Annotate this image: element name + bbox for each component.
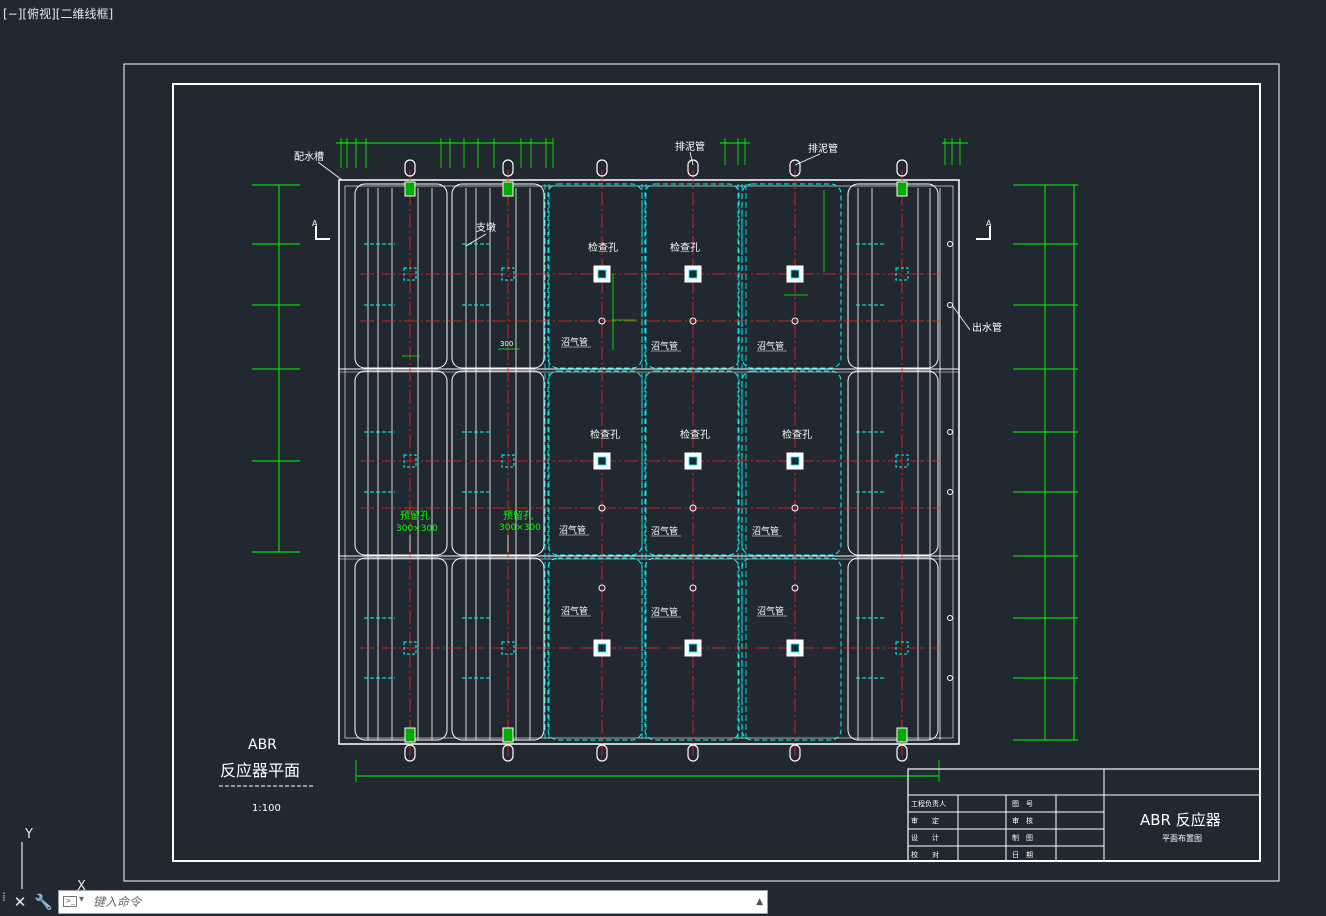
- tb-label: 设 计: [911, 833, 939, 842]
- tb-label: 日 期: [1012, 851, 1033, 859]
- reactor-cell: [847, 183, 939, 369]
- label-gas-pipe: 沼气管: [757, 340, 784, 352]
- pipe-flange: [896, 181, 908, 197]
- tb-subtitle: 平面布置图: [1162, 833, 1202, 843]
- pipe-flange: [502, 181, 514, 197]
- outlet-circle: [947, 675, 953, 681]
- inspection-hole-opening: [597, 643, 607, 653]
- drawing-scale: 1:100: [252, 803, 281, 814]
- outlet-circle: [947, 302, 953, 308]
- leader-lines: [315, 151, 991, 618]
- label-inspection-hole: 检查孔: [588, 241, 618, 254]
- label-mud-pipe-1: 排泥管: [675, 140, 705, 153]
- label-reserved-hole-2-size: 300×300: [499, 523, 541, 533]
- label-section-left: A: [312, 219, 318, 228]
- label-gas-pipe: 沼气管: [757, 605, 784, 617]
- chevron-down-icon[interactable]: ▾: [79, 894, 84, 905]
- reactor-cell: [847, 370, 939, 556]
- close-icon[interactable]: ✕: [12, 892, 28, 912]
- ucs-y-label: Y: [24, 827, 33, 842]
- label-reserved-hole-1: 预留孔: [400, 509, 430, 522]
- label-inspection-hole: 检查孔: [782, 428, 812, 441]
- label-inspection-hole: 检查孔: [680, 428, 710, 441]
- dimension-lines: [252, 138, 1078, 782]
- pipe-flange: [896, 727, 908, 743]
- label-inspection-hole: 检查孔: [590, 428, 620, 441]
- label-gas-pipe: 沼气管: [561, 336, 588, 348]
- tank-inner-outline: [344, 185, 954, 739]
- tb-label: 工程负责人: [911, 799, 946, 808]
- inspection-hole-opening: [790, 643, 800, 653]
- leader-line: [689, 151, 694, 166]
- command-input[interactable]: [93, 892, 753, 912]
- command-prompt-icon[interactable]: >_: [63, 896, 77, 907]
- cell-grid: [354, 183, 939, 741]
- outlet-circle: [947, 489, 953, 495]
- tb-label: 审 核: [1012, 816, 1033, 825]
- label-dim-300-top: 300: [500, 340, 513, 348]
- inspection-hole-opening: [790, 456, 800, 466]
- baffle-lines: [339, 184, 959, 740]
- outlet-circle: [947, 615, 953, 621]
- label-distribution-tank: 配水槽: [294, 150, 324, 163]
- leader-line: [317, 161, 343, 181]
- outlet-circle: [947, 241, 953, 247]
- reactor-cell: [354, 557, 448, 741]
- scroll-up-icon[interactable]: ▲: [756, 897, 763, 907]
- label-gas-pipe: 沼气管: [752, 525, 779, 537]
- tb-label: 校 对: [911, 850, 939, 859]
- outlet-circle: [947, 429, 953, 435]
- inspection-hole-opening: [790, 269, 800, 279]
- inspection-hole-opening: [688, 269, 698, 279]
- label-reserved-hole-1-size: 300×300: [396, 524, 438, 534]
- label-reserved-hole-2: 预留孔: [503, 509, 533, 522]
- drawing-title-sub: 反应器平面: [220, 761, 300, 780]
- tb-label: 制 图: [1012, 833, 1033, 842]
- inspection-hole-opening: [597, 269, 607, 279]
- tb-label: 审 定: [911, 816, 939, 825]
- ucs-icon: Y X: [21, 827, 86, 894]
- pipe-flange: [502, 727, 514, 743]
- label-mud-pipe-2: 排泥管: [808, 142, 838, 155]
- leader-line: [951, 304, 971, 331]
- label-gas-pipe: 沼气管: [651, 606, 678, 618]
- label-support: 支墩: [476, 221, 496, 234]
- drawing-title-main: ABR: [248, 737, 277, 753]
- tb-title: ABR 反应器: [1140, 811, 1221, 829]
- inspection-hole-opening: [688, 456, 698, 466]
- inspection-hole-opening: [597, 456, 607, 466]
- leader-line: [794, 153, 821, 166]
- inspection-hole-opening: [688, 643, 698, 653]
- title-block: 工程负责人 图 号 审 定 审 核 设 计 制 图 校 对 日 期 ABR 反应…: [907, 768, 1261, 862]
- wrench-icon[interactable]: 🔧: [34, 892, 53, 912]
- abr-reactor-plan: [252, 138, 1078, 782]
- command-input-box[interactable]: >_ ▾ ▲: [58, 890, 768, 914]
- label-gas-pipe: 沼气管: [561, 605, 588, 617]
- viewport-controls-label[interactable]: [−][俯视][二维线框]: [3, 5, 113, 22]
- tb-label: 图 号: [1012, 800, 1033, 808]
- label-gas-pipe: 沼气管: [651, 525, 678, 537]
- pipe-flange: [404, 727, 416, 743]
- sheet-outer-border: [123, 63, 1280, 882]
- command-line-bar: ⁞ ✕ 🔧 >_ ▾ ▲: [0, 888, 770, 916]
- label-gas-pipe: 沼气管: [559, 524, 586, 536]
- reactor-cell: [847, 557, 939, 741]
- pipe-flange: [404, 181, 416, 197]
- label-gas-pipe: 沼气管: [651, 340, 678, 352]
- reactor-cell: [354, 183, 448, 369]
- label-outlet-pipe: 出水管: [972, 321, 1002, 334]
- label-inspection-hole: 检查孔: [670, 241, 700, 254]
- grip-handle-icon[interactable]: ⁞: [2, 891, 8, 912]
- label-section-right: A: [986, 219, 992, 228]
- drawing-canvas[interactable]: 配水槽 排泥管 排泥管 支墩 出水管 A A 300 预留孔 300×300 预…: [0, 0, 1326, 916]
